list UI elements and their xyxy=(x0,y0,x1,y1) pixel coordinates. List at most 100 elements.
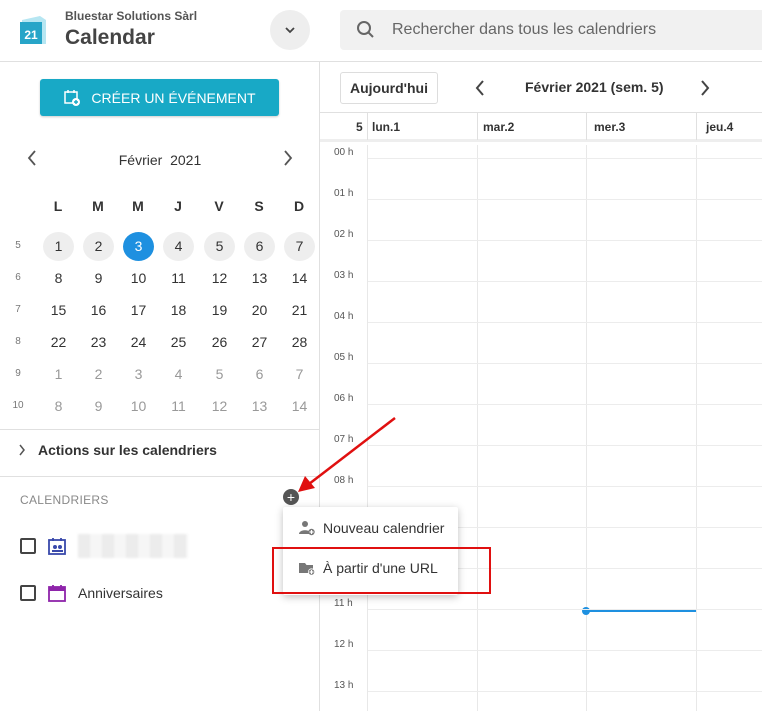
weekday-header: M xyxy=(92,198,104,214)
week-time-grid[interactable]: 00 h01 h02 h03 h04 h05 h06 h07 h08 h09 h… xyxy=(320,145,762,711)
mini-calendar-day[interactable]: 6 xyxy=(244,360,275,389)
mini-calendar-day[interactable]: 7 xyxy=(284,232,315,261)
day-header[interactable]: lun.1 xyxy=(372,120,400,134)
week-number: 6 xyxy=(15,272,21,283)
people-calendar-icon xyxy=(48,538,66,555)
weekday-header: J xyxy=(174,198,182,214)
next-week-button[interactable] xyxy=(697,78,713,98)
hour-line xyxy=(368,158,762,159)
mini-calendar-day[interactable]: 18 xyxy=(163,296,194,325)
mini-calendar-day[interactable]: 13 xyxy=(244,264,275,293)
mini-calendar-day[interactable]: 21 xyxy=(284,296,315,325)
mini-calendar-day[interactable]: 10 xyxy=(123,392,154,421)
mini-calendar-day[interactable]: 1 xyxy=(43,360,74,389)
hour-line xyxy=(368,650,762,651)
mini-calendar-day[interactable]: 12 xyxy=(204,264,235,293)
hour-line xyxy=(368,445,762,446)
prev-week-button[interactable] xyxy=(472,78,488,98)
mini-calendar-day[interactable]: 27 xyxy=(244,328,275,357)
today-button[interactable]: Aujourd'hui xyxy=(340,72,438,104)
mini-calendar-day[interactable]: 11 xyxy=(163,392,194,421)
hour-line xyxy=(368,486,762,487)
mini-calendar-day[interactable]: 9 xyxy=(83,392,114,421)
hour-label: 02 h xyxy=(334,229,354,240)
search-bar[interactable] xyxy=(340,10,762,50)
day-header[interactable]: mer.3 xyxy=(594,120,625,134)
mini-calendar-day[interactable]: 25 xyxy=(163,328,194,357)
chevron-right-icon xyxy=(701,80,710,96)
mini-calendar-day[interactable]: 11 xyxy=(163,264,194,293)
mini-calendar-day[interactable]: 15 xyxy=(43,296,74,325)
mini-calendar-day[interactable]: 8 xyxy=(43,392,74,421)
weekday-header: V xyxy=(214,198,224,214)
mini-next-month-button[interactable] xyxy=(278,146,298,170)
mini-calendar-title: Février 2021 xyxy=(0,152,320,168)
hour-line xyxy=(368,240,762,241)
weekday-header: L xyxy=(53,198,63,214)
hour-line xyxy=(368,199,762,200)
mini-calendar-day[interactable]: 16 xyxy=(83,296,114,325)
mini-calendar-day[interactable]: 5 xyxy=(204,360,235,389)
mini-calendar-day[interactable]: 2 xyxy=(83,360,114,389)
calendar-checkbox[interactable] xyxy=(20,538,36,554)
week-day-headers: 5 lun.1 mar.2 mer.3 jeu.4 xyxy=(320,112,762,142)
mini-calendar-day[interactable]: 2 xyxy=(83,232,114,261)
week-number: 5 xyxy=(356,120,363,134)
mini-calendar-day[interactable]: 3 xyxy=(123,360,154,389)
create-event-button[interactable]: CRÉER UN ÉVÉNEMENT xyxy=(40,79,279,116)
mini-calendar-day[interactable]: 23 xyxy=(83,328,114,357)
mini-calendar-day[interactable]: 28 xyxy=(284,328,315,357)
mini-calendar-day[interactable]: 14 xyxy=(284,392,315,421)
hour-label: 05 h xyxy=(334,352,354,363)
mini-calendar-day[interactable]: 1 xyxy=(43,232,74,261)
calendar-list-item[interactable] xyxy=(20,534,188,558)
mini-calendar-day[interactable]: 20 xyxy=(244,296,275,325)
mini-calendar-day[interactable]: 10 xyxy=(123,264,154,293)
app-title: Calendar xyxy=(65,26,155,49)
hour-label: 01 h xyxy=(334,188,354,199)
mini-calendar-day[interactable]: 12 xyxy=(204,392,235,421)
mini-calendar-day[interactable]: 7 xyxy=(284,360,315,389)
app-switcher-button[interactable] xyxy=(270,10,310,50)
add-calendar-button[interactable]: + xyxy=(283,489,299,505)
column-line xyxy=(586,145,587,711)
menu-item-label: Nouveau calendrier xyxy=(323,520,445,536)
hour-label: 00 h xyxy=(334,147,354,158)
calendar-name-redacted xyxy=(78,534,188,558)
hour-line xyxy=(368,363,762,364)
column-separator xyxy=(586,113,587,140)
search-icon xyxy=(357,21,374,38)
day-header[interactable]: mar.2 xyxy=(483,120,514,134)
calendar-checkbox[interactable] xyxy=(20,585,36,601)
sidebar: CRÉER UN ÉVÉNEMENT Février 2021 L M M J … xyxy=(0,62,320,711)
mini-calendar-day[interactable]: 4 xyxy=(163,360,194,389)
mini-month: Février xyxy=(118,152,163,168)
chevron-down-icon xyxy=(285,27,295,34)
mini-calendar-day[interactable]: 5 xyxy=(204,232,235,261)
menu-item-new-calendar[interactable]: Nouveau calendrier xyxy=(283,508,458,548)
mini-calendar-day[interactable]: 13 xyxy=(244,392,275,421)
mini-calendar-day[interactable]: 17 xyxy=(123,296,154,325)
mini-calendar-day[interactable]: 4 xyxy=(163,232,194,261)
column-separator xyxy=(696,113,697,140)
mini-calendar-day[interactable]: 9 xyxy=(83,264,114,293)
chevron-left-icon xyxy=(475,80,484,96)
hour-line xyxy=(368,691,762,692)
app-header: 21 Bluestar Solutions Sàrl Calendar xyxy=(0,0,762,62)
calendar-actions-toggle[interactable]: Actions sur les calendriers xyxy=(18,442,217,458)
chevron-right-icon xyxy=(284,150,293,166)
mini-calendar-day[interactable]: 26 xyxy=(204,328,235,357)
mini-calendar-day[interactable]: 19 xyxy=(204,296,235,325)
mini-calendar-day[interactable]: 22 xyxy=(43,328,74,357)
column-line xyxy=(367,145,368,711)
day-header[interactable]: jeu.4 xyxy=(706,120,733,134)
calendar-list-item[interactable]: Anniversaires xyxy=(20,584,163,602)
hour-label: 04 h xyxy=(334,311,354,322)
mini-calendar-day[interactable]: 3 xyxy=(123,232,154,261)
mini-calendar-day[interactable]: 6 xyxy=(244,232,275,261)
mini-calendar-day[interactable]: 8 xyxy=(43,264,74,293)
mini-calendar-day[interactable]: 24 xyxy=(123,328,154,357)
search-input[interactable] xyxy=(392,21,752,39)
mini-calendar-day[interactable]: 14 xyxy=(284,264,315,293)
chevron-right-icon xyxy=(19,444,25,456)
